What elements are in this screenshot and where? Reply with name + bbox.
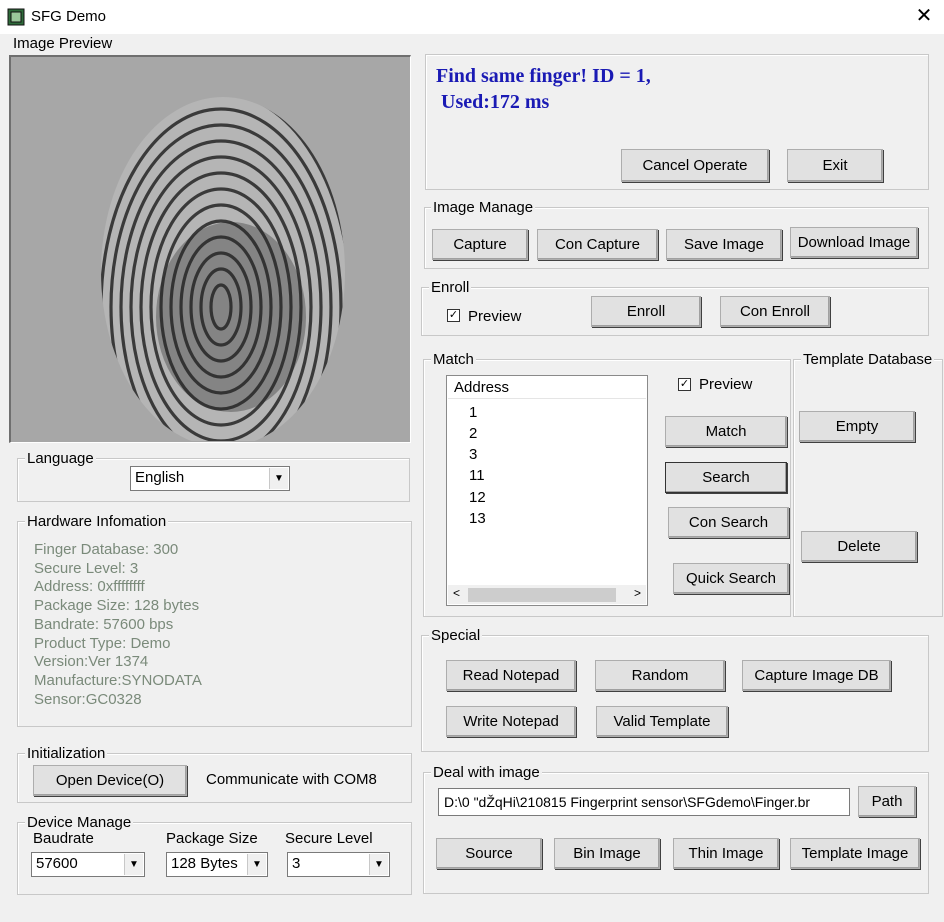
- match-preview-checkbox[interactable]: ✓: [678, 378, 691, 391]
- quick-search-button[interactable]: Quick Search: [673, 563, 789, 594]
- title-bar: [0, 0, 944, 34]
- thin-image-button[interactable]: Thin Image: [673, 838, 779, 869]
- chevron-down-icon[interactable]: ▼: [124, 854, 143, 875]
- initialization-label: Initialization: [25, 745, 108, 762]
- list-item[interactable]: 11: [469, 465, 485, 486]
- enroll-label: Enroll: [429, 279, 472, 296]
- special-label: Special: [429, 627, 483, 644]
- match-preview-label: Preview: [699, 376, 753, 393]
- valid-template-button[interactable]: Valid Template: [596, 706, 728, 737]
- random-button[interactable]: Random: [595, 660, 725, 691]
- hw-version: Version:Ver 1374: [34, 653, 149, 670]
- app-icon: [7, 8, 25, 26]
- image-preview-label: Image Preview: [13, 35, 113, 52]
- exit-button[interactable]: Exit: [787, 149, 883, 182]
- deal-image-label: Deal with image: [431, 764, 542, 781]
- baudrate-select[interactable]: 57600 ▼: [31, 852, 145, 877]
- save-image-button[interactable]: Save Image: [666, 229, 782, 260]
- hw-address: Address: 0xffffffff: [34, 578, 145, 595]
- list-item[interactable]: 12: [469, 487, 486, 508]
- window-title: SFG Demo: [31, 8, 107, 25]
- secure-level-select[interactable]: 3 ▼: [287, 852, 390, 877]
- download-image-button[interactable]: Download Image: [790, 227, 918, 258]
- list-item[interactable]: 2: [469, 423, 477, 444]
- enroll-preview-label: Preview: [468, 308, 522, 325]
- close-icon[interactable]: ✕: [912, 4, 936, 28]
- capture-button[interactable]: Capture: [432, 229, 528, 260]
- enroll-button[interactable]: Enroll: [591, 296, 701, 327]
- fingerprint-image: [101, 97, 345, 447]
- language-value: English: [135, 469, 185, 486]
- cancel-operate-button[interactable]: Cancel Operate: [621, 149, 769, 182]
- chevron-down-icon[interactable]: ▼: [369, 854, 388, 875]
- package-size-value: 128 Bytes: [171, 855, 238, 872]
- list-item[interactable]: 3: [469, 444, 477, 465]
- hw-sensor: Sensor:GC0328: [34, 691, 142, 708]
- hw-package-size: Package Size: 128 bytes: [34, 597, 200, 614]
- language-label: Language: [25, 450, 96, 467]
- package-size-select[interactable]: 128 Bytes ▼: [166, 852, 268, 877]
- horizontal-scrollbar[interactable]: < >: [448, 585, 646, 604]
- device-manage-label: Device Manage: [25, 814, 134, 831]
- package-size-label: Package Size: [166, 830, 258, 847]
- hw-secure-level: Secure Level: 3: [34, 560, 139, 577]
- enroll-preview-checkbox[interactable]: ✓: [447, 309, 460, 322]
- match-label: Match: [431, 351, 476, 368]
- address-list[interactable]: Address 1 2 3 11 12 13 < >: [446, 375, 648, 606]
- write-notepad-button[interactable]: Write Notepad: [446, 706, 576, 737]
- language-select[interactable]: English ▼: [130, 466, 290, 491]
- chevron-down-icon[interactable]: ▼: [247, 854, 266, 875]
- capture-image-db-button[interactable]: Capture Image DB: [742, 660, 891, 691]
- con-capture-button[interactable]: Con Capture: [537, 229, 658, 260]
- address-column-header[interactable]: Address: [448, 377, 646, 399]
- template-image-button[interactable]: Template Image: [790, 838, 920, 869]
- source-button[interactable]: Source: [436, 838, 542, 869]
- hardware-label: Hardware Infomation: [25, 513, 169, 530]
- scrollbar-thumb[interactable]: [468, 588, 616, 602]
- bin-image-button[interactable]: Bin Image: [554, 838, 660, 869]
- chevron-right-icon[interactable]: >: [634, 586, 641, 600]
- path-input[interactable]: D:\0 "dŽqHi\210815 Fingerprint sensor\SF…: [438, 788, 850, 816]
- open-device-button[interactable]: Open Device(O): [33, 765, 187, 796]
- template-db-label: Template Database: [801, 351, 935, 368]
- chevron-left-icon[interactable]: <: [453, 586, 460, 600]
- baudrate-label: Baudrate: [33, 830, 94, 847]
- hw-manufacture: Manufacture:SYNODATA: [34, 672, 202, 689]
- list-item[interactable]: 13: [469, 508, 486, 529]
- hw-finger-db: Finger Database: 300: [34, 541, 179, 558]
- delete-button[interactable]: Delete: [801, 531, 917, 562]
- chevron-down-icon[interactable]: ▼: [269, 468, 288, 489]
- message-line-2: Used:172 ms: [436, 91, 550, 113]
- con-search-button[interactable]: Con Search: [668, 507, 789, 538]
- search-button[interactable]: Search: [665, 462, 787, 493]
- connection-status: Communicate with COM8: [206, 771, 377, 788]
- template-db-group: [793, 359, 943, 617]
- list-item[interactable]: 1: [469, 402, 477, 423]
- empty-button[interactable]: Empty: [799, 411, 915, 442]
- secure-level-value: 3: [292, 855, 301, 872]
- hw-product-type: Product Type: Demo: [34, 635, 171, 652]
- hw-bandrate: Bandrate: 57600 bps: [34, 616, 174, 633]
- con-enroll-button[interactable]: Con Enroll: [720, 296, 830, 327]
- path-button[interactable]: Path: [858, 786, 916, 817]
- secure-level-label: Secure Level: [285, 830, 373, 847]
- baudrate-value: 57600: [36, 855, 78, 872]
- fingerprint-preview: [9, 55, 411, 447]
- match-button[interactable]: Match: [665, 416, 787, 447]
- message-line-1: Find same finger! ID = 1,: [436, 65, 651, 87]
- image-manage-label: Image Manage: [431, 199, 536, 216]
- read-notepad-button[interactable]: Read Notepad: [446, 660, 576, 691]
